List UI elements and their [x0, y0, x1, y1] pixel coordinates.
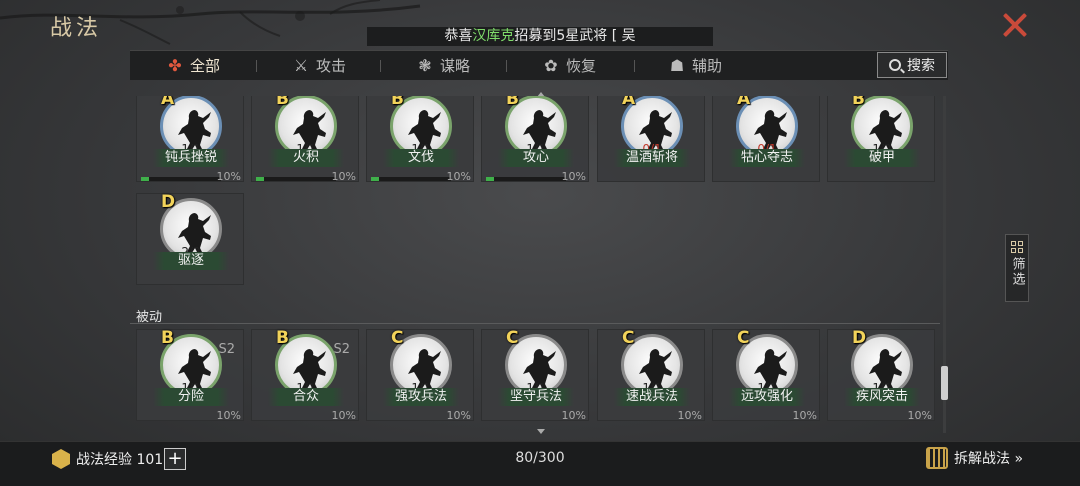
tactic-grade: C [506, 328, 519, 348]
tactic-card[interactable]: 0/1A温酒斩将 [597, 96, 705, 182]
tab-strategy[interactable]: ❃ 谋略 [416, 51, 470, 81]
tactic-name: 攻心 [498, 149, 574, 167]
tactic-name: 温酒斩将 [614, 149, 690, 167]
search-button[interactable]: 搜索 [877, 52, 947, 78]
tactic-name: 驱逐 [153, 252, 229, 270]
tab-support[interactable]: ☗ 辅助 [668, 51, 722, 81]
notice-prefix: 恭喜 [444, 28, 473, 44]
tab-label: 谋略 [440, 57, 471, 75]
tactic-card[interactable]: 1/1A钝兵挫锐10% [136, 96, 244, 183]
tactic-name: 分险 [153, 388, 229, 406]
tactic-progress-bar [371, 177, 451, 181]
tactic-grade: D [852, 328, 867, 348]
tactic-grade: B [161, 328, 174, 348]
scroll-down-indicator-icon [537, 429, 545, 434]
tactic-grade: B [506, 96, 519, 109]
tactic-grade: C [391, 328, 404, 348]
recovery-icon: ✿ [544, 56, 558, 75]
support-icon: ☗ [669, 56, 685, 75]
cage-icon [926, 447, 948, 469]
tactic-grade: B [391, 96, 404, 109]
tactic-card[interactable]: 1/2B破甲 [827, 96, 935, 182]
tactic-grade: D [161, 192, 176, 212]
tactic-name: 火积 [268, 149, 344, 167]
tab-label: 全部 [190, 57, 221, 75]
tab-attack[interactable]: ⚔ 攻击 [292, 51, 346, 81]
tactic-progress-pct: 10% [561, 409, 586, 422]
tactics-list[interactable]: 1/1A钝兵挫锐10%1/1B火积10%1/1B文伐10%1/1B攻心10%0/… [130, 96, 940, 433]
strategy-icon: ❃ [418, 56, 432, 75]
tactic-progress-pct: 10% [561, 170, 586, 183]
all-tactics-icon: ✤ [168, 56, 182, 75]
tactic-name: 速战兵法 [614, 388, 690, 406]
tactic-progress-bar [141, 177, 221, 181]
scrollbar-thumb[interactable] [941, 366, 948, 400]
tactic-card[interactable]: 1/1B攻心10% [481, 96, 589, 183]
tactic-grade: B [852, 96, 865, 109]
search-icon [889, 59, 901, 71]
tactic-card[interactable]: 1/1D疾风突击10% [827, 328, 935, 422]
tactic-progress-pct: 10% [331, 170, 356, 183]
filter-label: 筛选 [1009, 257, 1025, 287]
tab-label: 攻击 [316, 57, 347, 75]
recruit-notice-banner: 恭喜汉库克招募到5星武将 [ 吴 [367, 27, 713, 46]
tactic-capacity: 80/300 [515, 450, 565, 466]
tactic-name: 文伐 [383, 149, 459, 167]
category-tab-bar: ✤ 全部 ⚔ 攻击 ❃ 谋略 ✿ 恢复 ☗ 辅助 [130, 50, 948, 80]
dismantle-label: 拆解战法 » [954, 451, 1024, 467]
tactic-grade: A [737, 96, 751, 109]
tactic-card[interactable]: 1/1C坚守兵法10% [481, 328, 589, 422]
tab-label: 恢复 [566, 57, 597, 75]
search-label: 搜索 [907, 58, 935, 74]
tactic-progress-pct: 10% [216, 170, 241, 183]
tactic-progress-pct: 10% [792, 409, 817, 422]
tactic-name: 强攻兵法 [383, 388, 459, 406]
tactic-slot-type: S2 [333, 342, 350, 357]
tactic-progress-pct: 10% [677, 409, 702, 422]
tactic-progress-pct: 10% [331, 409, 356, 422]
tactic-name: 破甲 [844, 149, 920, 167]
tactic-progress-pct: 10% [446, 170, 471, 183]
section-divider [130, 323, 940, 324]
tactic-card[interactable]: 1/1C强攻兵法10% [366, 328, 474, 422]
list-scrollbar[interactable] [941, 96, 948, 433]
tactic-card[interactable]: 0/1A牯心夺志 [712, 96, 820, 182]
filter-button[interactable]: 筛选 [1005, 234, 1029, 302]
notice-highlight: 汉库克 [472, 28, 515, 44]
tab-recovery[interactable]: ✿ 恢复 [542, 51, 596, 81]
tactic-card[interactable]: 2/2D驱逐 [136, 192, 244, 285]
tab-label: 辅助 [692, 57, 723, 75]
tactic-card[interactable]: 1/1B火积10% [251, 96, 359, 183]
tactic-progress-bar [486, 177, 566, 181]
tactic-name: 合众 [268, 388, 344, 406]
tab-all[interactable]: ✤ 全部 [166, 51, 220, 81]
tactic-progress-bar [256, 177, 336, 181]
tactic-card[interactable]: 1/1BS2分险10% [136, 328, 244, 422]
tactic-progress-pct: 10% [216, 409, 241, 422]
crossed-swords-icon: ⚔ [293, 56, 309, 75]
tactic-grade: A [622, 96, 636, 109]
tactic-progress-pct: 10% [907, 409, 932, 422]
dismantle-tactics-button[interactable]: 拆解战法 » [926, 447, 1023, 469]
tactic-card[interactable]: 1/1C远攻强化10% [712, 328, 820, 422]
tactic-card[interactable]: 1/1BS2合众10% [251, 328, 359, 422]
tactic-grade: A [161, 96, 175, 109]
filter-grid-icon [1011, 241, 1023, 253]
tactic-progress-pct: 10% [446, 409, 471, 422]
tactic-grade: C [622, 328, 635, 348]
page-title: 战法 [50, 16, 103, 41]
tactic-card[interactable]: 1/1C速战兵法10% [597, 328, 705, 422]
tactic-card[interactable]: 1/1B文伐10% [366, 96, 474, 183]
notice-suffix: 招募到5星武将 [ 吴 [514, 28, 636, 44]
tactic-name: 远攻强化 [729, 388, 805, 406]
tactic-grade: B [276, 328, 289, 348]
close-button[interactable] [1001, 11, 1029, 39]
tactic-name: 疾风突击 [844, 388, 920, 406]
tactic-grade: C [737, 328, 750, 348]
tactic-grade: B [276, 96, 289, 109]
tactic-name: 坚守兵法 [498, 388, 574, 406]
tactic-slot-type: S2 [218, 342, 235, 357]
tactic-name: 牯心夺志 [729, 149, 805, 167]
tactic-name: 钝兵挫锐 [153, 149, 229, 167]
